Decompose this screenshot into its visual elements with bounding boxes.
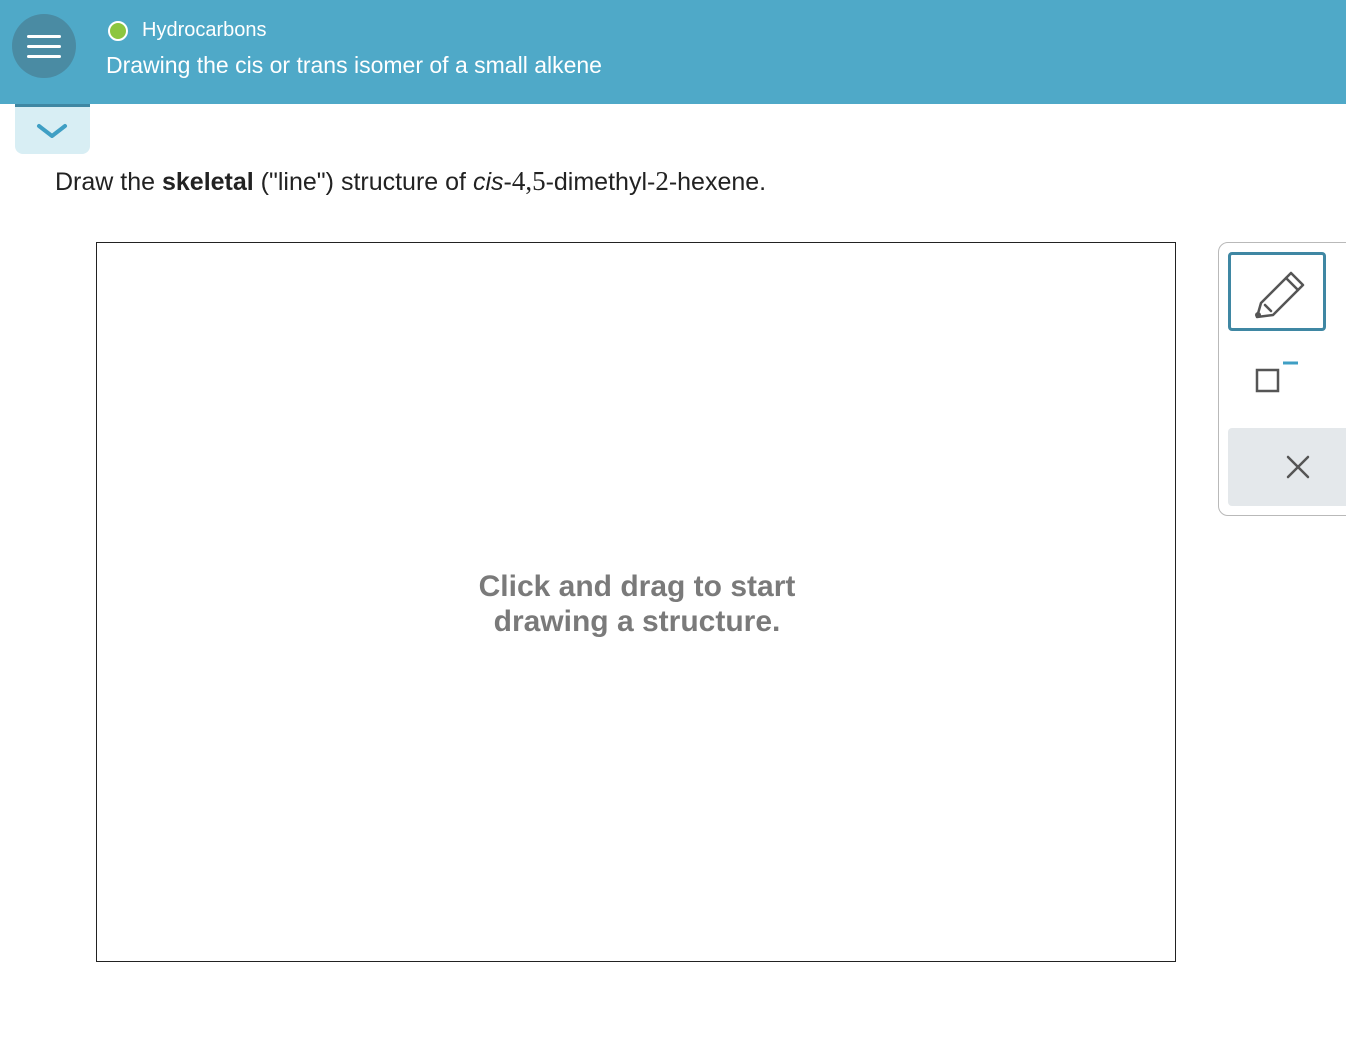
pencil-icon bbox=[1255, 271, 1305, 319]
pencil-tool-button[interactable] bbox=[1228, 252, 1326, 331]
question-text: - bbox=[503, 168, 512, 196]
header-bar: Hydrocarbons Drawing the cis or trans is… bbox=[0, 0, 1346, 104]
menu-icon-bar bbox=[27, 55, 61, 58]
question-text: Draw the bbox=[55, 168, 162, 196]
activity-title: Drawing the cis or trans isomer of a sma… bbox=[106, 52, 602, 78]
question-prompt: Draw the skeletal ("line") structure of … bbox=[55, 166, 766, 197]
question-locant: 2 bbox=[655, 166, 669, 196]
topic-status-icon bbox=[108, 21, 128, 41]
question-text: ("line") structure of bbox=[253, 168, 473, 196]
question-locants: 4,5 bbox=[511, 166, 546, 196]
collapse-header-button[interactable] bbox=[15, 104, 90, 154]
drawing-canvas[interactable]: Click and drag to start drawing a struct… bbox=[96, 242, 1176, 962]
clear-button[interactable] bbox=[1228, 428, 1346, 506]
charge-icon bbox=[1255, 361, 1298, 393]
question-bold-term: skeletal bbox=[161, 168, 254, 196]
canvas-hint: Click and drag to start drawing a struct… bbox=[478, 570, 796, 638]
question-text: -hexene. bbox=[668, 168, 767, 196]
menu-button[interactable] bbox=[12, 14, 76, 78]
chevron-down-icon bbox=[37, 124, 67, 138]
question-text: -dimethyl- bbox=[545, 168, 656, 196]
question-italic-prefix: cis bbox=[472, 168, 504, 196]
close-icon bbox=[1286, 455, 1310, 479]
menu-icon-bar bbox=[27, 35, 61, 38]
topic-title: Hydrocarbons bbox=[142, 19, 267, 41]
charge-tool-button[interactable] bbox=[1248, 356, 1304, 398]
menu-icon-bar bbox=[27, 45, 61, 48]
